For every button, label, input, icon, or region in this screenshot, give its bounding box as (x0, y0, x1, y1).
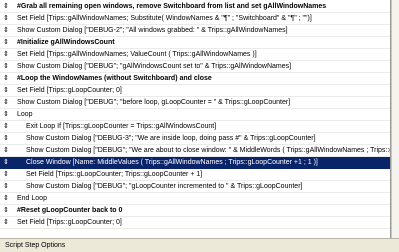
drag-handle-icon[interactable]: ⇕ (3, 26, 9, 34)
script-step-text: Loop (17, 111, 33, 118)
script-step-row[interactable]: ⇕ #Loop the WindowNames (without Switchbo… (0, 73, 390, 85)
drag-handle-icon[interactable]: ⇕ (3, 170, 9, 178)
script-step-row[interactable]: ⇕ Show Custom Dialog ["DEBUG"; "before lo… (0, 97, 390, 109)
script-comment-text: #Loop the WindowNames (without Switchboa… (17, 75, 212, 82)
script-step-row[interactable]: ⇕ Show Custom Dialog ["DEBUG"; "gLoopCoun… (0, 181, 390, 193)
drag-handle-icon[interactable]: ⇕ (3, 98, 9, 106)
script-step-text: Set Field [Trips::gAllWindowNames; Value… (17, 51, 257, 58)
script-step-row[interactable]: ⇕ Show Custom Dialog ["DEBUG-2"; "All win… (0, 25, 390, 37)
script-step-row[interactable]: ⇕ #Reset gLoopCounter back to 0 (0, 205, 390, 217)
script-comment-text: #Grab all remaining open windows, remove… (17, 3, 327, 10)
script-step-text: Set Field [Trips::gAllWindowNames; Subst… (17, 15, 312, 22)
script-step-row[interactable]: ⇕ Set Field [Trips::gAllWindowNames; Valu… (0, 49, 390, 61)
script-step-text: Set Field [Trips::gLoopCounter; 0] (17, 219, 122, 226)
script-step-options-label: Script Step Options (5, 242, 66, 249)
script-step-text: Exit Loop If [Trips::gLoopCounter = Trip… (26, 123, 217, 130)
drag-handle-icon[interactable]: ⇕ (3, 182, 9, 190)
drag-handle-icon[interactable]: ⇕ (3, 206, 9, 214)
script-step-options-bar: Script Step Options (0, 238, 399, 252)
drag-handle-icon[interactable]: ⇕ (3, 194, 9, 202)
drag-handle-icon[interactable]: ⇕ (3, 38, 9, 46)
script-step-row[interactable]: ⇕ Set Field [Trips::gLoopCounter; 0] (0, 217, 390, 229)
script-step-text: Show Custom Dialog ["DEBUG-2"; "All wind… (17, 27, 288, 34)
script-step-row[interactable]: ⇕ Exit Loop If [Trips::gLoopCounter = Tri… (0, 121, 390, 133)
drag-handle-icon[interactable]: ⇕ (3, 74, 9, 82)
script-step-text: Show Custom Dialog ["DEBUG"; "gLoopCount… (26, 183, 303, 190)
script-step-row[interactable]: ⇕ Set Field [Trips::gLoopCounter; 0] (0, 85, 390, 97)
vertical-scrollbar[interactable] (391, 0, 399, 238)
drag-handle-icon[interactable]: ⇕ (3, 146, 9, 154)
script-step-row[interactable]: ⇕ #Initialize gAllWindowsCount (0, 37, 390, 49)
script-step-row[interactable]: ⇕ Show Custom Dialog ["DEBUG-3"; "We are … (0, 133, 390, 145)
script-step-text: Set Field [Trips::gLoopCounter; Trips::g… (26, 171, 203, 178)
drag-handle-icon[interactable]: ⇕ (3, 50, 9, 58)
drag-handle-icon[interactable]: ⇕ (3, 2, 9, 10)
script-step-row[interactable]: ⇕ Loop (0, 109, 390, 121)
script-step-row[interactable]: ⇕ End Loop (0, 193, 390, 205)
script-step-text: Show Custom Dialog ["DEBUG"; "We are abo… (26, 147, 391, 154)
script-steps-list[interactable]: ⇕ #Grab all remaining open windows, remov… (0, 0, 391, 238)
script-comment-text: #Initialize gAllWindowsCount (17, 39, 115, 46)
script-comment-text: #Reset gLoopCounter back to 0 (17, 207, 123, 214)
drag-handle-icon[interactable]: ⇕ (3, 14, 9, 22)
script-step-text: End Loop (17, 195, 47, 202)
script-step-row-selected[interactable]: ⇕ Close Window [Name: MiddleValues ( Trip… (0, 157, 390, 169)
script-step-text: Close Window [Name: MiddleValues ( Trips… (26, 159, 318, 166)
script-step-text: Set Field [Trips::gLoopCounter; 0] (17, 87, 122, 94)
script-step-text: Show Custom Dialog ["DEBUG-3"; "We are i… (26, 135, 316, 142)
drag-handle-icon[interactable]: ⇕ (3, 218, 9, 226)
script-step-row[interactable]: ⇕ Set Field [Trips::gLoopCounter; Trips::… (0, 169, 390, 181)
drag-handle-icon[interactable]: ⇕ (3, 122, 9, 130)
drag-handle-icon[interactable]: ⇕ (3, 134, 9, 142)
script-step-row[interactable]: ⇕ Show Custom Dialog ["DEBUG"; "We are ab… (0, 145, 391, 157)
drag-handle-icon[interactable]: ⇕ (3, 86, 9, 94)
script-step-text: Show Custom Dialog ["DEBUG"; "gAllWindow… (17, 63, 292, 70)
script-step-row[interactable]: ⇕ Show Custom Dialog ["DEBUG"; "gAllWindo… (0, 61, 390, 73)
script-step-row[interactable]: ⇕ #Grab all remaining open windows, remov… (0, 1, 390, 13)
script-step-row[interactable]: ⇕ Set Field [Trips::gAllWindowNames; Subs… (0, 13, 390, 25)
drag-handle-icon[interactable]: ⇕ (3, 158, 9, 166)
drag-handle-icon[interactable]: ⇕ (3, 110, 9, 118)
script-step-text: Show Custom Dialog ["DEBUG"; "before loo… (17, 99, 291, 106)
drag-handle-icon[interactable]: ⇕ (3, 62, 9, 70)
